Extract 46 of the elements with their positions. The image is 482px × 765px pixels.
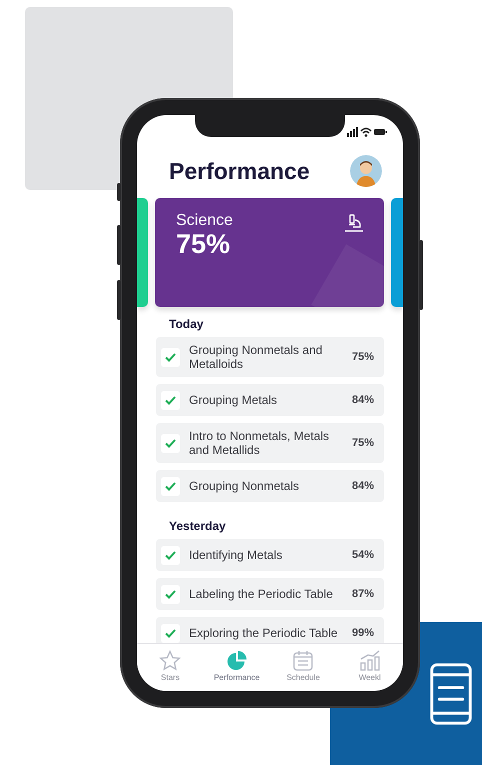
lesson-title: Grouping Nonmetals and Metalloids [188, 343, 324, 371]
check-icon [165, 628, 176, 638]
subject-card[interactable] [137, 198, 148, 307]
lesson-row[interactable]: Identifying Metals 54% [156, 539, 384, 571]
lesson-score: 84% [352, 480, 374, 492]
document-icon [430, 662, 472, 724]
subject-card[interactable]: Science 75% [155, 198, 384, 307]
microscope-icon [344, 214, 364, 233]
status-icons [347, 127, 387, 137]
bar-chart-icon [358, 650, 381, 671]
lesson-score: 87% [352, 588, 374, 600]
check-icon [165, 482, 176, 490]
calendar-icon [292, 650, 314, 671]
page-title: Performance [169, 158, 310, 184]
lesson-title: Exploring the Periodic Table [188, 626, 339, 640]
subject-card[interactable] [391, 198, 403, 307]
tab[interactable]: Weekl [336, 644, 403, 691]
tab[interactable]: Performance [204, 644, 270, 691]
lesson-score: 75% [352, 351, 374, 363]
lesson-title: Labeling the Periodic Table [188, 587, 334, 601]
lesson-score: 54% [352, 549, 374, 561]
check-icon [165, 396, 176, 404]
section-heading: Yesterday [168, 519, 227, 533]
check-icon [165, 590, 176, 598]
lesson-title: Intro to Nonmetals, Metals and Metallids [188, 429, 330, 457]
lesson-row[interactable]: Grouping Nonmetals and Metalloids 75% [156, 337, 384, 377]
lesson-row[interactable]: Intro to Nonmetals, Metals and Metallids 75% [156, 423, 384, 463]
lesson-title: Identifying Metals [188, 548, 284, 562]
lesson-score: 75% [352, 437, 374, 449]
subject-name: Science [176, 212, 233, 230]
check-icon [165, 550, 176, 560]
pie-chart-icon [226, 650, 248, 671]
section-heading: Today [168, 317, 204, 331]
lesson-score: 99% [352, 627, 374, 639]
lesson-row[interactable]: Grouping Nonmetals 84% [156, 470, 384, 502]
star-icon [159, 650, 182, 671]
check-icon [165, 438, 176, 448]
avatar[interactable] [350, 155, 382, 187]
lesson-score: 84% [352, 394, 374, 406]
lesson-title: Grouping Nonmetals [188, 479, 300, 493]
lesson-row[interactable]: Labeling the Periodic Table 87% [156, 578, 384, 610]
lesson-title: Grouping Metals [188, 393, 278, 407]
check-icon [165, 352, 176, 362]
subject-score: 75% [176, 230, 232, 258]
lesson-row[interactable]: Grouping Metals 84% [156, 384, 384, 416]
lesson-row[interactable]: Exploring the Periodic Table 99% [156, 617, 384, 643]
